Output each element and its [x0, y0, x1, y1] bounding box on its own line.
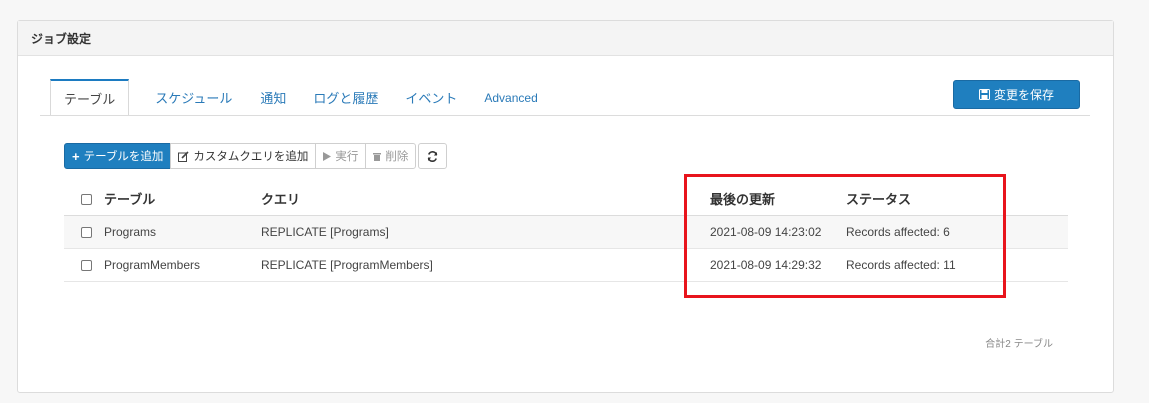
run-label: 実行 [335, 151, 359, 163]
select-all-checkbox[interactable] [81, 193, 92, 205]
tab-schedule[interactable]: スケジュール [142, 79, 245, 116]
tab-notifications[interactable]: 通知 [247, 79, 299, 116]
save-changes-button[interactable]: 変更を保存 [953, 80, 1080, 109]
header-table: テーブル [104, 182, 261, 216]
tab-label: スケジュール [155, 91, 233, 106]
row-select-cell [64, 215, 104, 249]
tab-advanced[interactable]: Advanced [471, 79, 550, 116]
panel-header: ジョブ設定 [18, 21, 1113, 56]
tab-label: イベント [405, 91, 458, 106]
tab-label: ログと履歴 [313, 91, 379, 106]
table-row[interactable]: Programs REPLICATE [Programs] 2021-08-09… [64, 215, 1068, 249]
cell-query: REPLICATE [ProgramMembers] [261, 248, 710, 282]
plus-icon: + [72, 148, 80, 164]
play-icon [323, 151, 332, 161]
row-select-cell [64, 248, 104, 282]
add-custom-query-button[interactable]: カスタムクエリを追加 [170, 143, 317, 169]
table-row[interactable]: ProgramMembers REPLICATE [ProgramMembers… [64, 248, 1068, 282]
cell-last-updated: 2021-08-09 14:23:02 [710, 215, 846, 249]
table-header-row: テーブル クエリ 最後の更新 ステータス [64, 182, 1068, 216]
run-button[interactable]: 実行 [315, 143, 367, 169]
job-settings-panel: ジョブ設定 テーブル スケジュール 通知 ログと履歴 イベント Advanced… [17, 20, 1114, 393]
header-query: クエリ [261, 182, 710, 216]
tab-events[interactable]: イベント [392, 79, 470, 116]
refresh-icon [427, 150, 438, 162]
add-table-label: テーブルを追加 [83, 151, 164, 163]
tab-label: テーブル [64, 91, 116, 107]
tab-bar: テーブル スケジュール 通知 ログと履歴 イベント Advanced [50, 79, 551, 116]
tab-logs-history[interactable]: ログと履歴 [300, 79, 391, 116]
row-checkbox[interactable] [81, 226, 92, 238]
total-count: 合計2 テーブル [985, 339, 1053, 350]
add-custom-query-label: カスタムクエリを追加 [193, 151, 309, 163]
header-last-updated: 最後の更新 [710, 182, 846, 216]
add-table-button[interactable]: + テーブルを追加 [64, 143, 172, 169]
row-checkbox[interactable] [81, 259, 92, 271]
refresh-button[interactable] [418, 143, 448, 169]
tables-grid: テーブル クエリ 最後の更新 ステータス Programs REPLICATE … [64, 182, 1068, 282]
table-toolbar: + テーブルを追加 カスタムクエリを追加 実行 削除 [64, 143, 448, 169]
cell-status: Records affected: 6 [846, 215, 1068, 249]
tab-label: Advanced [484, 90, 538, 105]
tabs-divider [40, 115, 1090, 116]
tab-label: 通知 [260, 91, 287, 106]
cell-status: Records affected: 11 [846, 248, 1068, 282]
panel-title: ジョブ設定 [31, 31, 92, 46]
save-icon [978, 89, 990, 100]
cell-last-updated: 2021-08-09 14:29:32 [710, 248, 846, 282]
header-status: ステータス [846, 182, 1068, 216]
tab-tables[interactable]: テーブル [50, 79, 130, 116]
cell-table: Programs [104, 215, 261, 249]
save-label: 変更を保存 [993, 88, 1054, 102]
cell-query: REPLICATE [Programs] [261, 215, 710, 249]
delete-label: 削除 [385, 151, 409, 163]
delete-button[interactable]: 削除 [365, 143, 417, 169]
edit-icon [178, 150, 189, 162]
cell-table: ProgramMembers [104, 248, 261, 282]
trash-icon [373, 152, 382, 161]
select-all-cell [64, 182, 104, 216]
